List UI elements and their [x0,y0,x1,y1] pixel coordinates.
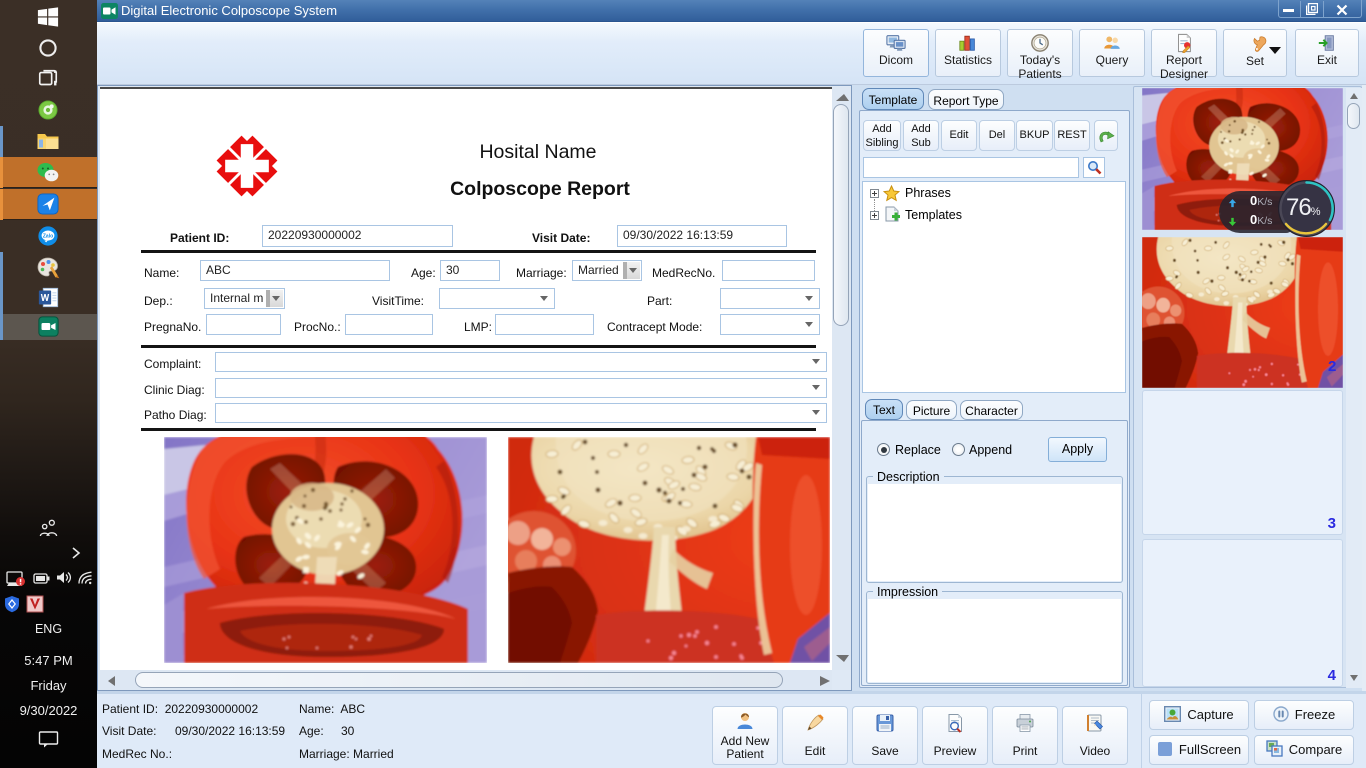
svg-text:Zalo: Zalo [43,233,53,239]
